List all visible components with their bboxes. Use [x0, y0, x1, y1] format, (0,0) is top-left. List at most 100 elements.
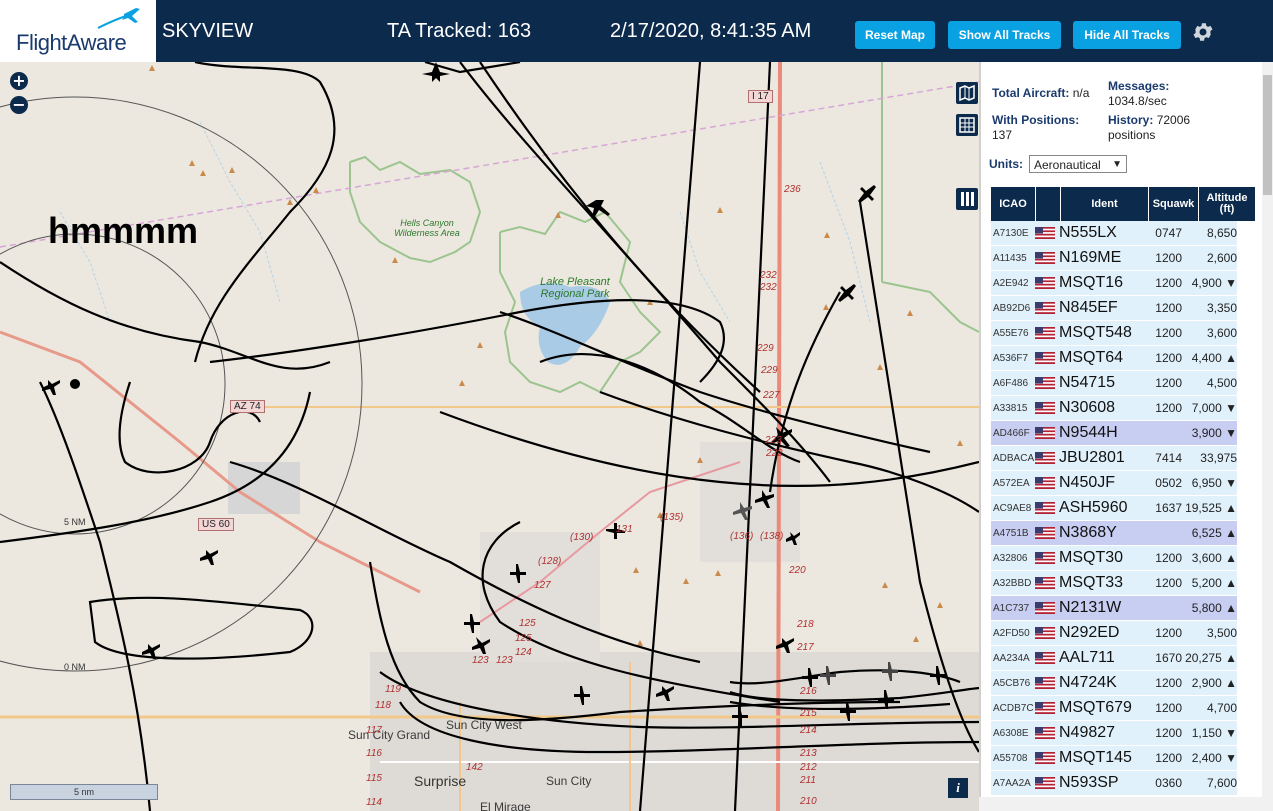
col-header-squawk[interactable]: Squawk [1149, 187, 1199, 221]
flightaware-logo[interactable]: FlightAware [0, 0, 156, 62]
us-flag-icon [1035, 402, 1059, 414]
road-number: 117 [366, 725, 382, 736]
cell-altitude: 8,650 [1206, 226, 1237, 240]
cell-squawk: 1200 [1155, 751, 1182, 765]
table-row[interactable]: A55E76 MSQT548 1200 3,600 [991, 321, 1237, 346]
cell-altitude: 3,350 [1206, 301, 1237, 315]
table-row[interactable]: A536F7 MSQT64 1200 4,400 ▲ [991, 346, 1237, 371]
cell-squawk: 1200 [1155, 701, 1182, 715]
map-view[interactable]: Hells Canyon Wilderness Area Lake Pleasa… [0, 62, 979, 811]
road-number: 114 [366, 797, 382, 808]
reset-map-button[interactable]: Reset Map [855, 21, 935, 49]
col-header-altitude[interactable]: Altitude (ft) [1199, 187, 1256, 221]
cell-icao: A32806 [993, 552, 1028, 564]
table-row[interactable]: AC9AE8 ASH5960 1637 19,525 ▲ [991, 496, 1237, 521]
sidebar-scroll-thumb[interactable] [1263, 75, 1272, 195]
cell-altitude: 7,600 [1206, 776, 1237, 790]
range-ring-label-5nm: 5 NM [64, 517, 86, 527]
cell-altitude: 7,000 ▼ [1191, 401, 1237, 415]
us-flag-icon [1035, 427, 1059, 439]
table-row[interactable]: AA234A AAL711 1670 20,275 ▲ [991, 646, 1237, 671]
table-row[interactable]: ADBACA JBU2801 7414 33,975 [991, 446, 1237, 471]
table-row[interactable]: A32806 MSQT30 1200 3,600 ▲ [991, 546, 1237, 571]
table-row[interactable]: A11435 N169ME 1200 2,600 [991, 246, 1237, 271]
cell-ident: N593SP [1059, 774, 1119, 791]
zoom-in-button[interactable]: + [10, 72, 28, 90]
airplane-icon [97, 8, 140, 29]
table-row[interactable]: A4751B N3868Y 6,525 ▲ [991, 521, 1237, 546]
cell-squawk: 7414 [1155, 451, 1182, 465]
cell-ident: N2131W [1059, 599, 1122, 616]
table-row[interactable]: A55708 MSQT145 1200 2,400 ▼ [991, 746, 1237, 771]
us-flag-icon [1035, 652, 1059, 664]
table-row[interactable]: A2E942 MSQT16 1200 4,900 ▼ [991, 271, 1237, 296]
cell-squawk: 1200 [1155, 301, 1182, 315]
table-row[interactable]: A1C737 N2131W 5,800 ▲ [991, 596, 1237, 621]
table-row[interactable]: A6F486 N54715 1200 4,500 [991, 371, 1237, 396]
table-row[interactable]: AD466F N9544H 3,900 ▼ [991, 421, 1237, 446]
sidebar-horizontal-scrollbar[interactable] [979, 797, 1262, 811]
us-flag-icon [1035, 577, 1059, 589]
units-select[interactable]: Aeronautical ▼ [1029, 155, 1127, 173]
cell-altitude: 4,400 ▲ [1191, 351, 1237, 365]
cell-altitude: 4,700 [1206, 701, 1237, 715]
col-header-ident[interactable]: Ident [1061, 187, 1149, 221]
cell-icao: A7130E [993, 227, 1029, 239]
us-flag-icon [1035, 352, 1059, 364]
map-label-sun-city: Sun City [546, 774, 592, 788]
us-flag-icon [1035, 327, 1059, 339]
us-flag-icon [1035, 227, 1059, 239]
range-ring-label-0nm: 0 NM [64, 662, 86, 672]
info-button[interactable]: i [948, 778, 968, 798]
cell-icao: A2FD50 [993, 627, 1030, 639]
hide-all-tracks-button[interactable]: Hide All Tracks [1073, 21, 1181, 49]
cell-altitude: 3,600 ▲ [1191, 551, 1237, 565]
table-row[interactable]: A5CB76 N4724K 1200 2,900 ▲ [991, 671, 1237, 696]
cell-squawk: 1670 [1155, 651, 1182, 665]
columns-button[interactable] [956, 188, 978, 210]
cell-altitude: 6,525 ▲ [1191, 526, 1237, 540]
cell-squawk: 1200 [1155, 351, 1182, 365]
road-number: 131 [616, 524, 633, 535]
gear-icon[interactable] [1191, 20, 1215, 44]
table-row[interactable]: A572EA N450JF 0502 6,950 ▼ [991, 471, 1237, 496]
cell-ident: N845EF [1059, 299, 1118, 316]
cell-icao: ACDB7C [993, 702, 1034, 714]
map-label-sun-city-grand: Sun City Grand [348, 728, 431, 742]
table-row[interactable]: A6308E N49827 1200 1,150 ▼ [991, 721, 1237, 746]
map-canvas[interactable] [0, 62, 979, 811]
road-number: (136) [730, 531, 754, 542]
total-aircraft-value: n/a [1072, 86, 1090, 100]
show-all-tracks-button[interactable]: Show All Tracks [948, 21, 1061, 49]
cell-squawk: 0502 [1155, 476, 1182, 490]
cell-altitude: 5,200 ▲ [1191, 576, 1237, 590]
table-row[interactable]: A7AA2A N593SP 0360 7,600 [991, 771, 1237, 796]
table-row[interactable]: A32BBD MSQT33 1200 5,200 ▲ [991, 571, 1237, 596]
grid-button[interactable] [956, 114, 978, 136]
table-row[interactable]: AB92D6 N845EF 1200 3,350 [991, 296, 1237, 321]
col-header-icao[interactable]: ICAO [991, 187, 1036, 221]
cell-ident: JBU2801 [1059, 449, 1125, 466]
cell-ident: MSQT16 [1059, 274, 1124, 291]
road-number: 220 [789, 565, 806, 576]
cell-squawk: 1200 [1155, 576, 1182, 590]
zoom-out-button[interactable]: − [10, 96, 28, 114]
road-number: 236 [784, 184, 801, 195]
total-aircraft: Total Aircraft: n/a [992, 86, 1089, 100]
road-number: 119 [385, 684, 401, 695]
sidebar-resize-handle[interactable] [979, 62, 981, 811]
us-flag-icon [1035, 777, 1059, 789]
cell-icao: A4751B [993, 527, 1029, 539]
history-label: History: [1108, 113, 1154, 127]
road-number: (135) [660, 512, 684, 523]
map-layers-button[interactable] [956, 82, 978, 104]
cell-ident: MSQT679 [1059, 699, 1132, 716]
table-row[interactable]: A33815 N30608 1200 7,000 ▼ [991, 396, 1237, 421]
cell-icao: A2E942 [993, 277, 1029, 289]
map-icon [959, 84, 975, 102]
cell-altitude: 6,950 ▼ [1191, 476, 1237, 490]
table-row[interactable]: ACDB7C MSQT679 1200 4,700 [991, 696, 1237, 721]
table-row[interactable]: A7130E N555LX 0747 8,650 [991, 221, 1237, 246]
table-row[interactable]: A2FD50 N292ED 1200 3,500 [991, 621, 1237, 646]
cell-altitude: 4,500 [1206, 376, 1237, 390]
